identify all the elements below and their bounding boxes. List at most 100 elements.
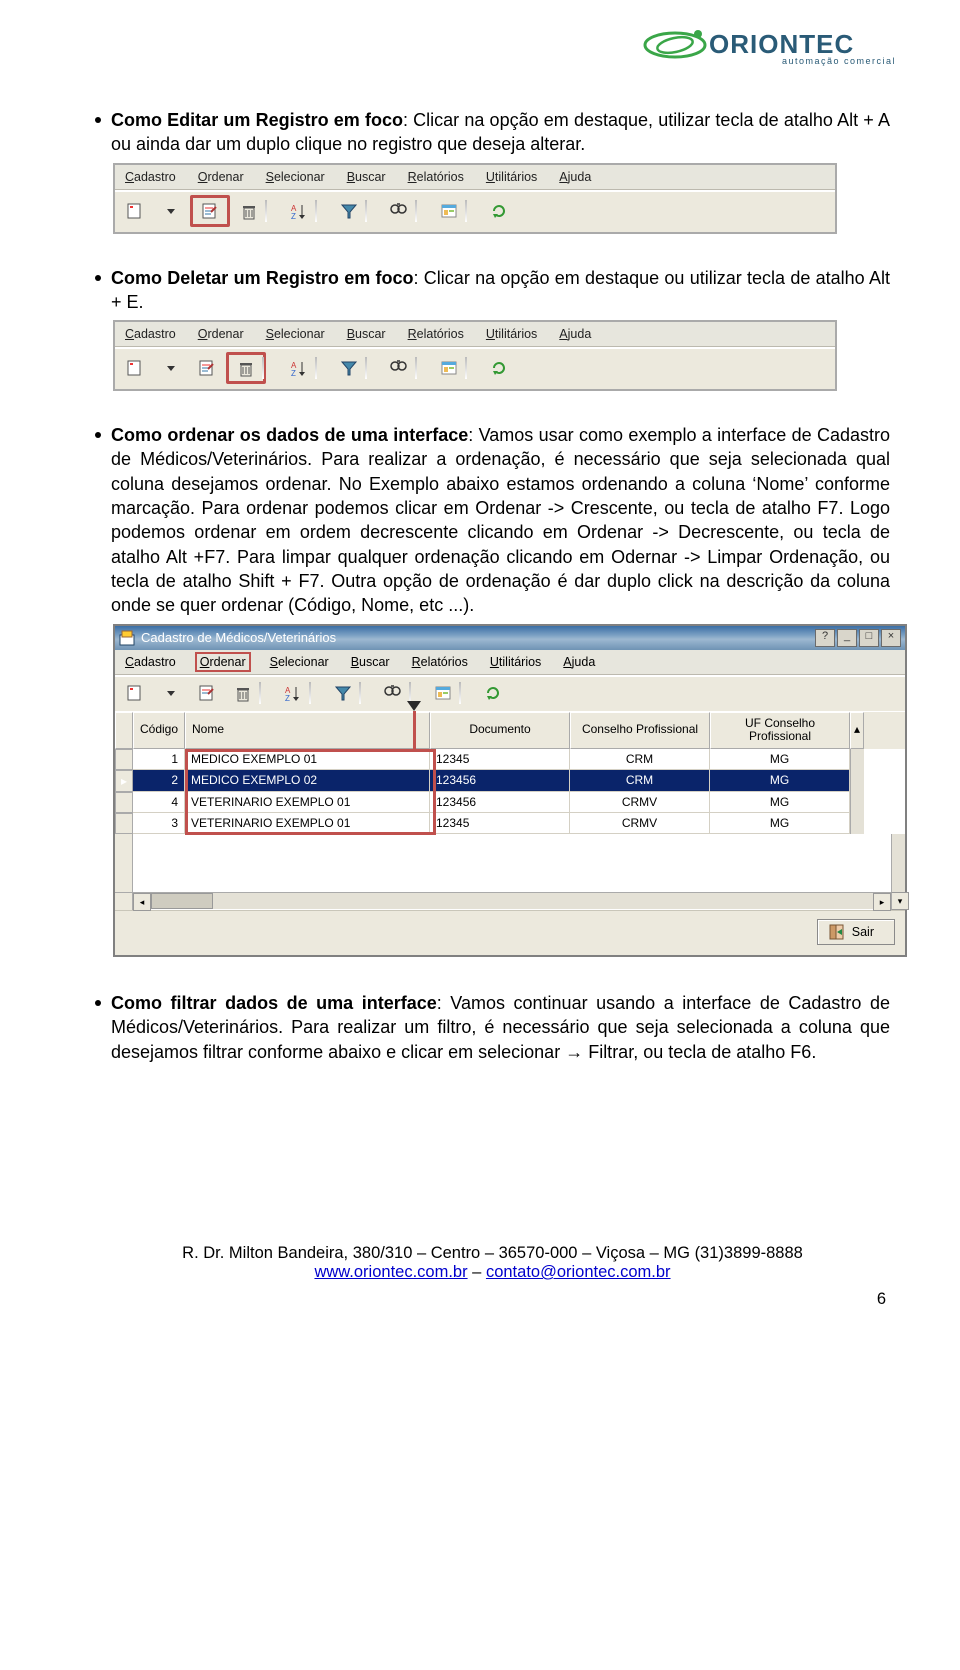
sort-icon[interactable]: AZ (282, 355, 316, 381)
menu-selecionar[interactable]: Selecionar (270, 655, 329, 669)
menu-utilitarios[interactable]: Utilitários (490, 655, 541, 669)
dropdown-icon[interactable] (154, 680, 188, 706)
menu-relatorios[interactable]: Relatórios (412, 655, 468, 669)
bullet-editar: Como Editar um Registro em foco: Clicar … (95, 108, 890, 157)
new-icon[interactable] (118, 198, 152, 224)
cell-nome: VETERINARIO EXEMPLO 01 (185, 792, 430, 813)
logo-sub: automação comercial (782, 56, 896, 66)
menubar: Cadastro Ordenar Selecionar Buscar Relat… (115, 165, 835, 191)
scroll-up-icon[interactable]: ▴ (850, 712, 864, 750)
dropdown-icon[interactable] (154, 198, 188, 224)
delete-icon[interactable] (226, 352, 266, 384)
filter-icon[interactable] (326, 680, 360, 706)
menu-relatorios[interactable]: Relatórios (408, 327, 464, 341)
menu-ordenar[interactable]: Ordenar (198, 170, 244, 184)
cell-codigo: 4 (133, 792, 185, 813)
sec3-title: Como ordenar os dados de uma interface (111, 425, 468, 445)
menu-buscar[interactable]: Buscar (347, 327, 386, 341)
table-row[interactable]: ▸2MEDICO EXEMPLO 02123456CRMMG (115, 770, 905, 792)
menu-ajuda[interactable]: Ajuda (559, 327, 591, 341)
col-uf[interactable]: UF Conselho Profissional (710, 712, 850, 750)
footer-address: R. Dr. Milton Bandeira, 380/310 – Centro… (95, 1244, 890, 1263)
menu-ordenar[interactable]: Ordenar (198, 327, 244, 341)
search-icon[interactable] (376, 680, 410, 706)
toolbar-deletar: Cadastro Ordenar Selecionar Buscar Relat… (113, 320, 837, 391)
sort-icon[interactable]: AZ (282, 198, 316, 224)
scroll-right-icon[interactable]: ▸ (873, 893, 891, 911)
menu-buscar[interactable]: Buscar (351, 655, 390, 669)
cell-codigo: 3 (133, 813, 185, 834)
sort-icon[interactable]: AZ (276, 680, 310, 706)
menu-buscar[interactable]: Buscar (347, 170, 386, 184)
scroll-down-icon[interactable]: ▾ (891, 892, 909, 910)
footer-site-link[interactable]: www.oriontec.com.br (314, 1263, 467, 1281)
cell-uf: MG (710, 792, 850, 813)
scroll-left-icon[interactable]: ◂ (133, 893, 151, 911)
sec2-title: Como Deletar um Registro em foco (111, 268, 414, 288)
col-nome[interactable]: Nome (185, 712, 430, 750)
refresh-icon[interactable] (482, 355, 516, 381)
svg-text:Z: Z (291, 212, 296, 220)
refresh-icon[interactable] (482, 198, 516, 224)
menu-ajuda[interactable]: Ajuda (559, 170, 591, 184)
menu-ordenar[interactable]: Ordenar (198, 655, 248, 669)
col-codigo[interactable]: Código (133, 712, 185, 750)
menu-ajuda[interactable]: Ajuda (563, 655, 595, 669)
sair-button[interactable]: Sair (817, 919, 895, 945)
report-icon[interactable] (426, 680, 460, 706)
svg-text:Z: Z (285, 694, 290, 702)
search-icon[interactable] (382, 355, 416, 381)
data-grid: 1MEDICO EXEMPLO 0112345CRMMG▸2MEDICO EXE… (115, 749, 905, 910)
footer-mail-link[interactable]: contato@oriontec.com.br (486, 1263, 671, 1281)
exit-icon (828, 923, 846, 941)
filter-icon[interactable] (332, 355, 366, 381)
dropdown-icon[interactable] (154, 355, 188, 381)
maximize-button[interactable]: □ (859, 629, 879, 647)
menu-selecionar[interactable]: Selecionar (266, 327, 325, 341)
page-footer: R. Dr. Milton Bandeira, 380/310 – Centro… (95, 1244, 890, 1282)
svg-text:Z: Z (291, 369, 296, 377)
table-row[interactable]: 3VETERINARIO EXEMPLO 0112345CRMVMG (115, 813, 905, 834)
window-icon (119, 630, 135, 646)
delete-icon[interactable] (232, 198, 266, 224)
menu-utilitarios[interactable]: Utilitários (486, 327, 537, 341)
delete-icon[interactable] (226, 680, 260, 706)
table-row[interactable]: 1MEDICO EXEMPLO 0112345CRMMG (115, 749, 905, 770)
window-cadastro: Cadastro de Médicos/Veterinários ? _ □ ×… (113, 624, 907, 958)
new-icon[interactable] (118, 355, 152, 381)
window-titlebar: Cadastro de Médicos/Veterinários ? _ □ × (115, 626, 905, 650)
menu-relatorios[interactable]: Relatórios (408, 170, 464, 184)
report-icon[interactable] (432, 198, 466, 224)
sec1-title: Como Editar um Registro em foco (111, 110, 403, 130)
new-icon[interactable] (118, 680, 152, 706)
close-button[interactable]: × (881, 629, 901, 647)
filter-icon[interactable] (332, 198, 366, 224)
cell-nome: MEDICO EXEMPLO 02 (185, 770, 430, 792)
cell-conselho: CRM (570, 749, 710, 770)
help-button[interactable]: ? (815, 629, 835, 647)
cell-conselho: CRMV (570, 792, 710, 813)
report-icon[interactable] (432, 355, 466, 381)
cell-nome: VETERINARIO EXEMPLO 01 (185, 813, 430, 834)
menu-cadastro[interactable]: Cadastro (125, 327, 176, 341)
col-documento[interactable]: Documento (430, 712, 570, 750)
edit-icon[interactable] (190, 355, 224, 381)
cell-documento: 12345 (430, 813, 570, 834)
sec4-title: Como filtrar dados de uma interface (111, 993, 437, 1013)
minimize-button[interactable]: _ (837, 629, 857, 647)
cell-conselho: CRM (570, 770, 710, 792)
cell-documento: 12345 (430, 749, 570, 770)
sair-label: Sair (852, 925, 874, 939)
menu-cadastro[interactable]: Cadastro (125, 655, 176, 669)
col-conselho[interactable]: Conselho Profissional (570, 712, 710, 750)
logo: ORIONTEC automação comercial (640, 20, 900, 70)
edit-icon[interactable] (190, 195, 230, 227)
menu-selecionar[interactable]: Selecionar (266, 170, 325, 184)
menu-cadastro[interactable]: Cadastro (125, 170, 176, 184)
edit-icon[interactable] (190, 680, 224, 706)
menu-utilitarios[interactable]: Utilitários (486, 170, 537, 184)
table-row[interactable]: 4VETERINARIO EXEMPLO 01123456CRMVMG (115, 792, 905, 813)
refresh-icon[interactable] (476, 680, 510, 706)
cell-documento: 123456 (430, 792, 570, 813)
search-icon[interactable] (382, 198, 416, 224)
